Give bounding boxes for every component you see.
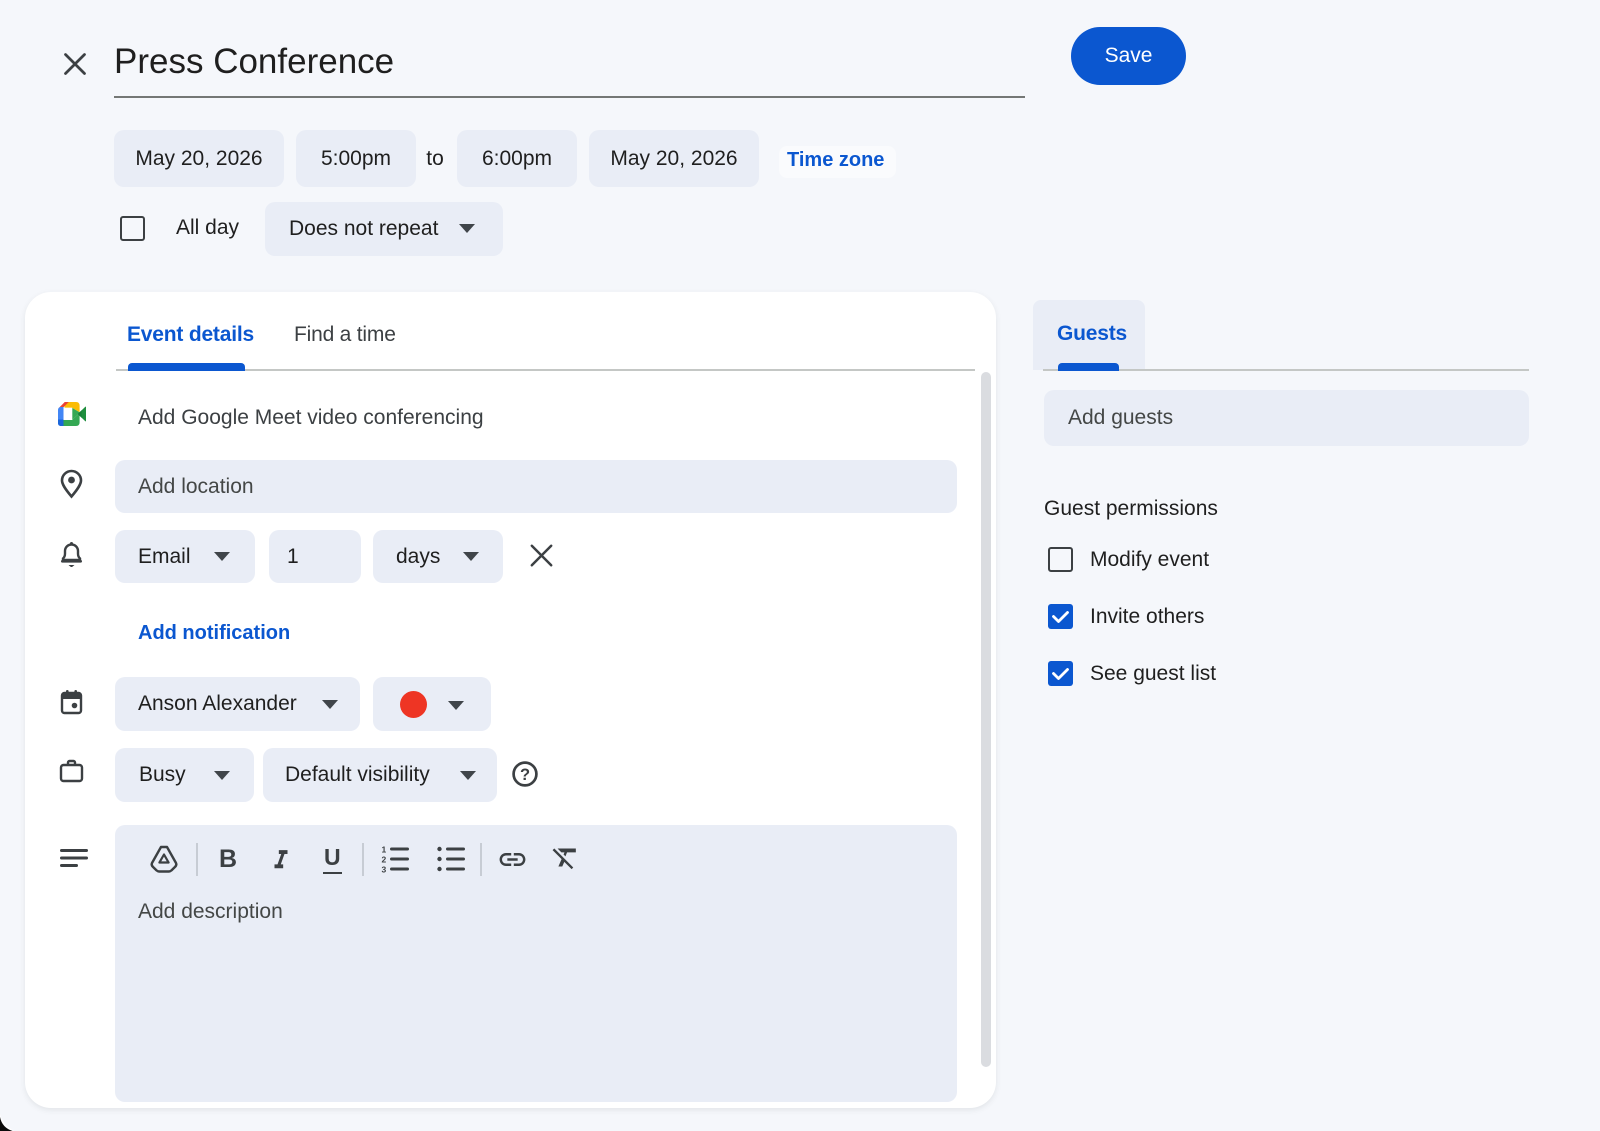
svg-text:2: 2 xyxy=(382,855,387,865)
svg-text:1: 1 xyxy=(382,845,387,855)
svg-text:?: ? xyxy=(520,766,530,784)
svg-text:3: 3 xyxy=(382,865,387,874)
